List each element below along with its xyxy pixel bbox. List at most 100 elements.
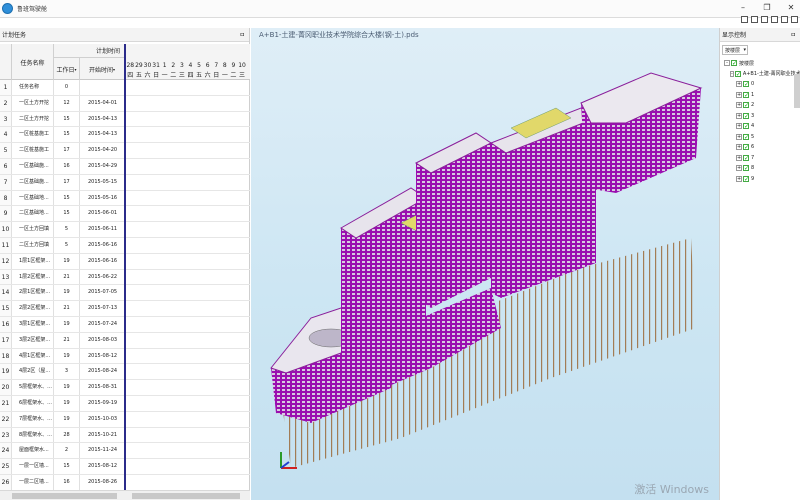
start-time-cell: 2015-08-03 — [80, 332, 125, 348]
restore-icon[interactable]: ❐ — [762, 3, 772, 12]
task-name-cell: 5层框架水、... — [12, 380, 54, 395]
start-time-cell: 2015-08-12 — [80, 348, 125, 364]
checkbox-checked-icon[interactable]: ✓ — [743, 102, 749, 109]
tree-node[interactable]: + ✓ 1 — [724, 90, 800, 101]
floor-tree: - ✓ 按楼层 - ✓ A+B1-土建-菁冈职业技术... + ✓ 0 + ✓ 1 + ✓ 2 + ✓ 3 + ✓ 4 +… — [720, 58, 800, 184]
collapse-icon[interactable]: - — [730, 70, 734, 77]
expand-icon[interactable]: + — [736, 123, 742, 130]
start-time-cell: 2015-08-12 — [80, 459, 125, 474]
scrollbar-thumb[interactable] — [12, 493, 117, 499]
work-days-cell: 12 — [54, 95, 80, 111]
expand-icon[interactable]: + — [736, 91, 742, 98]
window-title: 鲁班驾驶舱 — [17, 6, 48, 13]
view-icon[interactable] — [771, 16, 778, 23]
tree-node[interactable]: + ✓ 7 — [724, 153, 800, 164]
row-number: 4 — [0, 127, 12, 143]
task-name-header[interactable]: 任务名称 — [12, 44, 54, 80]
start-time-cell: 2015-11-24 — [80, 443, 125, 459]
tree-node-label: 6 — [751, 144, 755, 151]
tree-node[interactable]: + ✓ 2 — [724, 100, 800, 111]
tree-node[interactable]: - ✓ 按楼层 — [724, 58, 800, 69]
expand-icon[interactable]: + — [736, 175, 742, 182]
work-days-cell: 19 — [54, 411, 80, 427]
checkbox-checked-icon[interactable]: ✓ — [734, 70, 741, 77]
checkbox-checked-icon[interactable]: ✓ — [731, 60, 737, 67]
task-name-cell: 一区土方回填 — [12, 222, 54, 237]
checkbox-checked-icon[interactable]: ✓ — [743, 123, 749, 130]
pin-icon[interactable]: ㅁ — [790, 30, 796, 39]
model-3d-viewport[interactable]: A+B1-土建-菁冈职业技术学院综合大楼(钢-土).pds 激活 Windows — [251, 28, 719, 500]
task-name-cell: 一区土方开挖 — [12, 95, 54, 111]
task-name-cell: 二区土方回填 — [12, 237, 54, 253]
scrollbar-thumb[interactable] — [132, 493, 240, 499]
view-icon[interactable] — [791, 16, 798, 23]
expand-icon[interactable]: + — [736, 102, 742, 109]
chevron-down-icon: ▾ — [743, 47, 746, 53]
tree-node-label: 7 — [751, 154, 755, 161]
start-time-cell — [80, 80, 125, 95]
tree-node-label: A+B1-土建-菁冈职业技术... — [742, 71, 800, 78]
tree-node-label: 3 — [751, 112, 755, 119]
building-model — [270, 72, 703, 468]
view-icon[interactable] — [761, 16, 768, 23]
start-time-cell: 2015-04-13 — [80, 127, 125, 143]
view-icon[interactable] — [751, 16, 758, 23]
start-time-cell: 2015-06-22 — [80, 269, 125, 285]
tree-node-label: 按楼层 — [739, 60, 755, 67]
vertical-scrollbar-thumb[interactable] — [794, 74, 800, 108]
group-by-select[interactable]: 按楼层 ▾ — [722, 45, 748, 55]
work-days-cell: 5 — [54, 237, 80, 253]
display-control-panel: 显示控制 ㅁ 按楼层 ▾ - ✓ 按楼层 - ✓ A+B1-土建-菁冈职业技术... + ✓ 0… — [719, 16, 800, 500]
row-number-header — [0, 44, 12, 80]
tree-node[interactable]: + ✓ 0 — [724, 79, 800, 90]
close-icon[interactable]: ✕ — [786, 3, 796, 12]
start-time-cell: 2015-04-13 — [80, 111, 125, 127]
tree-node[interactable]: + ✓ 4 — [724, 121, 800, 132]
plan-time-header: 计划时间 — [54, 44, 125, 58]
tree-node[interactable]: + ✓ 5 — [724, 132, 800, 143]
work-days-header[interactable]: 工作日 ▾ — [54, 58, 80, 80]
row-number: 12 — [0, 253, 12, 269]
expand-icon[interactable]: + — [736, 154, 742, 161]
checkbox-checked-icon[interactable]: ✓ — [743, 81, 749, 88]
row-number: 23 — [0, 427, 12, 443]
view-icon[interactable] — [781, 16, 788, 23]
checkbox-checked-icon[interactable]: ✓ — [743, 154, 749, 161]
row-number: 16 — [0, 316, 12, 332]
tree-node[interactable]: + ✓ 9 — [724, 174, 800, 185]
expand-icon[interactable]: + — [736, 133, 742, 140]
gantt-today-marker[interactable] — [124, 44, 126, 500]
start-time-header-label: 开始时间 — [88, 66, 113, 74]
tree-node[interactable]: + ✓ 3 — [724, 111, 800, 122]
collapse-icon[interactable]: - — [724, 60, 730, 67]
expand-icon[interactable]: + — [736, 144, 742, 151]
checkbox-checked-icon[interactable]: ✓ — [743, 175, 749, 182]
checkbox-checked-icon[interactable]: ✓ — [743, 91, 749, 98]
tree-node-label: 8 — [751, 165, 755, 172]
axis-gizmo-icon[interactable] — [275, 448, 301, 472]
start-time-header[interactable]: 开始时间 ▾ — [80, 58, 125, 80]
horizontal-scrollbar[interactable] — [0, 490, 250, 500]
tree-node[interactable]: - ✓ A+B1-土建-菁冈职业技术... — [724, 69, 800, 80]
start-time-cell: 2015-10-03 — [80, 411, 125, 427]
tree-node[interactable]: + ✓ 8 — [724, 163, 800, 174]
checkbox-checked-icon[interactable]: ✓ — [743, 133, 749, 140]
task-name-cell: 6层框架水、... — [12, 395, 54, 411]
view-icon[interactable] — [741, 16, 748, 23]
sort-dropdown-icon[interactable]: ▾ — [75, 67, 77, 72]
checkbox-checked-icon[interactable]: ✓ — [743, 165, 749, 172]
work-days-cell: 19 — [54, 380, 80, 395]
expand-icon[interactable]: + — [736, 81, 742, 88]
checkbox-checked-icon[interactable]: ✓ — [743, 144, 749, 151]
expand-icon[interactable]: + — [736, 112, 742, 119]
sort-dropdown-icon[interactable]: ▾ — [113, 67, 115, 72]
task-name-cell: 4层1区框架... — [12, 348, 54, 364]
row-number: 17 — [0, 332, 12, 348]
checkbox-checked-icon[interactable]: ✓ — [743, 112, 749, 119]
pin-icon[interactable]: ㅁ — [239, 30, 245, 39]
start-time-cell: 2015-10-21 — [80, 427, 125, 443]
tree-node[interactable]: + ✓ 6 — [724, 142, 800, 153]
expand-icon[interactable]: + — [736, 165, 742, 172]
work-days-cell: 28 — [54, 427, 80, 443]
minimize-icon[interactable]: – — [738, 3, 748, 12]
